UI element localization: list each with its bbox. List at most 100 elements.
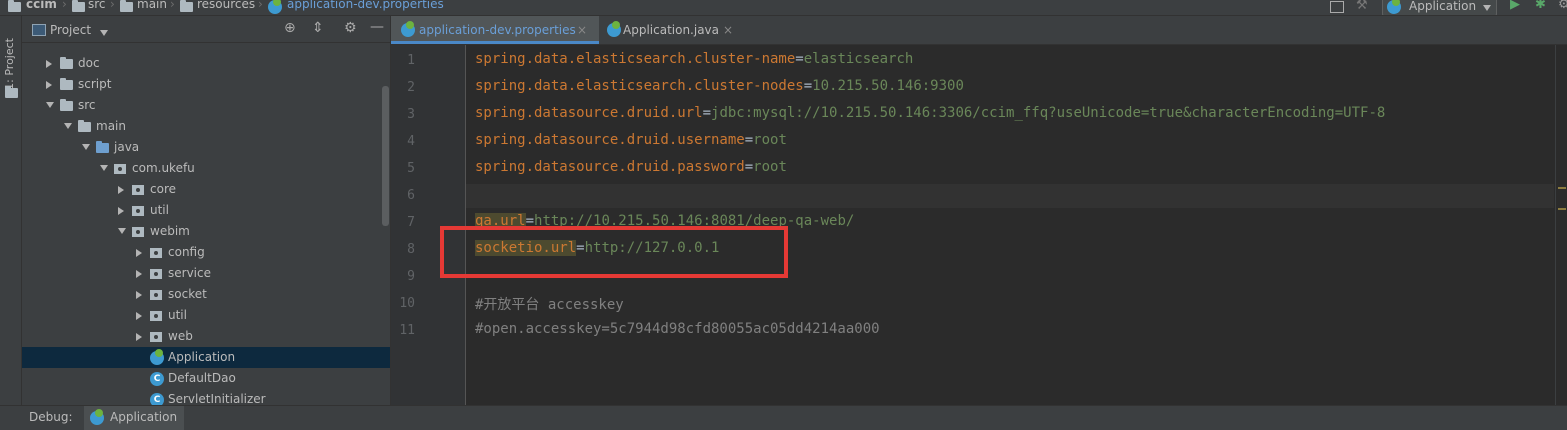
tree-row-core[interactable]: core	[22, 179, 390, 200]
property-key: spring.datasource.druid.url	[475, 105, 703, 121]
collapsed-arrow-icon[interactable]	[136, 291, 142, 299]
property-value: 10.215.50.146:9300	[812, 78, 964, 94]
expanded-arrow-icon[interactable]	[46, 102, 54, 108]
collapsed-arrow-icon[interactable]	[136, 333, 142, 341]
breadcrumb-item[interactable]: main	[137, 0, 167, 11]
property-equals: =	[744, 159, 754, 175]
expanded-arrow-icon[interactable]	[118, 228, 126, 234]
breadcrumb-item[interactable]: src	[88, 0, 106, 11]
tab-label: application-dev.properties	[419, 23, 576, 37]
breadcrumb-item[interactable]: ccim	[26, 0, 57, 11]
tree-row-application[interactable]: Application	[22, 347, 390, 368]
property-equals: =	[744, 132, 754, 148]
debug-tab-label: Application	[110, 410, 178, 424]
tree-row-com-ukefu[interactable]: com.ukefu	[22, 158, 390, 179]
tab-application-dev-properties[interactable]: application-dev.properties ×	[391, 16, 599, 44]
tree-row-webim[interactable]: webim	[22, 221, 390, 242]
project-view-icon	[32, 24, 46, 36]
tree-scrollbar[interactable]	[382, 86, 389, 226]
tab-application-java[interactable]: Application.java ×	[601, 16, 739, 44]
tree-row-src[interactable]: src	[22, 95, 390, 116]
tree-row-script[interactable]: script	[22, 74, 390, 95]
breadcrumb-item[interactable]: application-dev.properties	[287, 0, 444, 11]
tree-row-label: script	[78, 77, 112, 91]
hammer-icon[interactable]: ⚒	[1356, 0, 1368, 13]
debug-tool-bar: Debug: Application	[0, 405, 1567, 430]
minimize-icon[interactable]: —	[370, 19, 384, 35]
tree-row-util[interactable]: util	[22, 200, 390, 221]
folder-icon	[60, 78, 73, 90]
collapsed-arrow-icon[interactable]	[136, 249, 142, 257]
debug-tab-application[interactable]: Application	[84, 406, 184, 430]
project-view-title[interactable]: Project	[50, 23, 91, 37]
code-line[interactable]: #开放平台 accesskey	[475, 294, 624, 314]
collapsed-arrow-icon[interactable]	[136, 270, 142, 278]
collapse-all-icon[interactable]: ⇕	[312, 20, 324, 36]
tree-row-util[interactable]: util	[22, 305, 390, 326]
property-value: elasticsearch	[803, 51, 914, 67]
tree-row-service[interactable]: service	[22, 263, 390, 284]
gear-icon[interactable]: ⚙	[344, 20, 357, 36]
chevron-down-icon[interactable]	[100, 30, 108, 36]
editor-tab-bar: application-dev.properties × Application…	[391, 16, 1567, 45]
collapsed-arrow-icon[interactable]	[118, 207, 124, 215]
project-tool-icon[interactable]	[5, 86, 18, 98]
collapsed-arrow-icon[interactable]	[118, 186, 124, 194]
tree-row-label: main	[96, 119, 126, 133]
tree-row-label: Application	[168, 350, 236, 364]
java-class-icon	[607, 21, 621, 37]
layout-icon[interactable]	[1330, 1, 1344, 13]
tree-row-label: java	[114, 140, 140, 154]
expanded-arrow-icon[interactable]	[100, 165, 108, 171]
scroll-marker	[1558, 187, 1566, 189]
collapsed-arrow-icon[interactable]	[46, 60, 52, 68]
line-number: 10	[399, 296, 415, 311]
navigation-bar: ccim › src › main › resources › applicat…	[0, 0, 1567, 16]
project-panel: Project ⊕ ⇕ ⚙ — doc script src main java com.…	[22, 16, 391, 405]
tree-row-label: config	[168, 245, 205, 259]
collapsed-arrow-icon[interactable]	[136, 312, 142, 320]
tree-row-label: util	[150, 203, 169, 217]
code-line[interactable]: #open.accesskey=5c7944d98cfd80055ac05dd4…	[475, 321, 880, 337]
locate-icon[interactable]: ⊕	[284, 20, 296, 36]
project-tool-window-button[interactable]: 1: Project	[3, 38, 16, 90]
package-icon	[150, 290, 162, 300]
tree-row-java[interactable]: java	[22, 137, 390, 158]
code-line[interactable]: spring.data.elasticsearch.cluster-name=e…	[475, 51, 913, 67]
expanded-arrow-icon[interactable]	[64, 123, 72, 129]
tree-row-main[interactable]: main	[22, 116, 390, 137]
editor-scrollbar[interactable]	[1555, 45, 1567, 405]
code-editor[interactable]: 1 2 3 4 5 6 7 8 9 10 11 spring.data.elasticsearch.…	[391, 45, 1567, 405]
tree-row-doc[interactable]: doc	[22, 53, 390, 74]
breadcrumb-item[interactable]: resources	[197, 0, 255, 11]
code-line[interactable]: spring.data.elasticsearch.cluster-nodes=…	[475, 78, 964, 94]
tree-row-defaultdao[interactable]: C DefaultDao	[22, 368, 390, 389]
close-icon[interactable]: ×	[577, 16, 587, 44]
code-line[interactable]: spring.datasource.druid.password=root	[475, 159, 787, 175]
property-key: spring.data.elasticsearch.cluster-name	[475, 51, 796, 67]
code-line[interactable]: spring.datasource.druid.url=jdbc:mysql:/…	[475, 105, 1385, 121]
line-number: 2	[407, 80, 415, 95]
package-icon	[132, 227, 144, 237]
code-line[interactable]: spring.datasource.druid.username=root	[475, 132, 787, 148]
collapsed-arrow-icon[interactable]	[46, 81, 52, 89]
tree-row-socket[interactable]: socket	[22, 284, 390, 305]
tree-row-web[interactable]: web	[22, 326, 390, 347]
settings-icon[interactable]: ⚙	[1558, 0, 1567, 12]
property-value: root	[753, 159, 787, 175]
tree-row-label: core	[150, 182, 176, 196]
run-config-dropdown[interactable]: Application	[1382, 0, 1497, 15]
breadcrumb-separator-icon: ›	[110, 0, 115, 11]
property-equals: =	[702, 105, 712, 121]
line-number: 6	[407, 188, 415, 203]
run-config-label: Application	[1409, 0, 1477, 13]
tree-row-servletinitializer[interactable]: C ServletInitializer	[22, 389, 390, 405]
tree-row-label: src	[78, 98, 96, 112]
run-icon[interactable]: ▶	[1510, 0, 1520, 12]
tree-row-config[interactable]: config	[22, 242, 390, 263]
close-icon[interactable]: ×	[723, 16, 733, 44]
expanded-arrow-icon[interactable]	[82, 144, 90, 150]
folder-icon	[72, 0, 85, 12]
left-tool-strip: 1: Project	[0, 16, 22, 405]
debug-icon[interactable]: ✱	[1535, 0, 1546, 12]
